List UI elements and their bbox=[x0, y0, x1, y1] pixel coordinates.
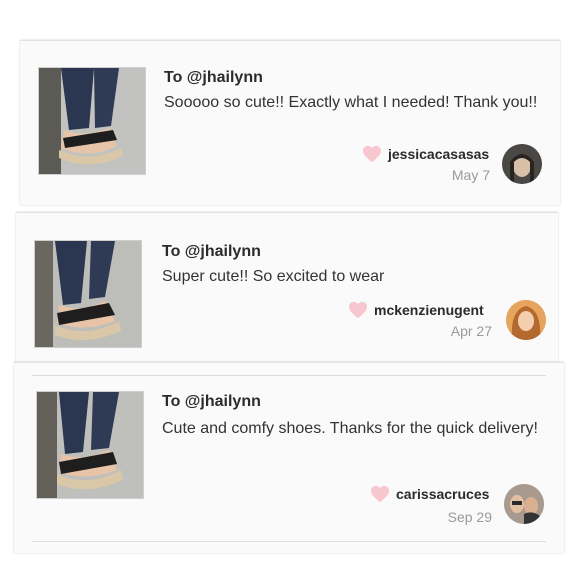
comment-text: Super cute!! So excited to wear bbox=[162, 268, 385, 285]
recipient-label: To @jhailynn bbox=[162, 393, 261, 410]
comment-card: To @jhailynn Super cute!! So excited to … bbox=[16, 212, 558, 363]
comment-date: Apr 27 bbox=[450, 323, 492, 339]
product-thumbnail[interactable] bbox=[34, 240, 142, 348]
avatar[interactable] bbox=[504, 484, 544, 524]
divider bbox=[32, 541, 546, 542]
heart-icon[interactable] bbox=[362, 145, 382, 163]
comment-text: Cute and comfy shoes. Thanks for the qui… bbox=[162, 420, 538, 437]
comment-card: To @jhailynn Cute and comfy shoes. Thank… bbox=[14, 362, 564, 553]
divider bbox=[32, 375, 546, 376]
recipient-label: To @jhailynn bbox=[164, 69, 263, 86]
username[interactable]: jessicacasasas bbox=[388, 146, 489, 162]
comment-author[interactable]: mckenzienugent bbox=[348, 301, 484, 319]
comment-date: May 7 bbox=[451, 167, 490, 183]
username[interactable]: mckenzienugent bbox=[374, 302, 484, 318]
comment-text: Sooooo so cute!! Exactly what I needed! … bbox=[164, 94, 538, 111]
heart-icon[interactable] bbox=[348, 301, 368, 319]
comment-author[interactable]: carissacruces bbox=[370, 485, 489, 503]
avatar[interactable] bbox=[506, 300, 546, 340]
recipient-label: To @jhailynn bbox=[162, 243, 261, 260]
product-thumbnail[interactable] bbox=[36, 391, 144, 499]
comment-date: Sep 29 bbox=[447, 509, 492, 525]
username[interactable]: carissacruces bbox=[396, 486, 489, 502]
avatar[interactable] bbox=[502, 144, 542, 184]
comment-author[interactable]: jessicacasasas bbox=[362, 145, 489, 163]
heart-icon[interactable] bbox=[370, 485, 390, 503]
product-thumbnail[interactable] bbox=[38, 67, 146, 175]
comment-card: To @jhailynn Sooooo so cute!! Exactly wh… bbox=[20, 40, 560, 205]
